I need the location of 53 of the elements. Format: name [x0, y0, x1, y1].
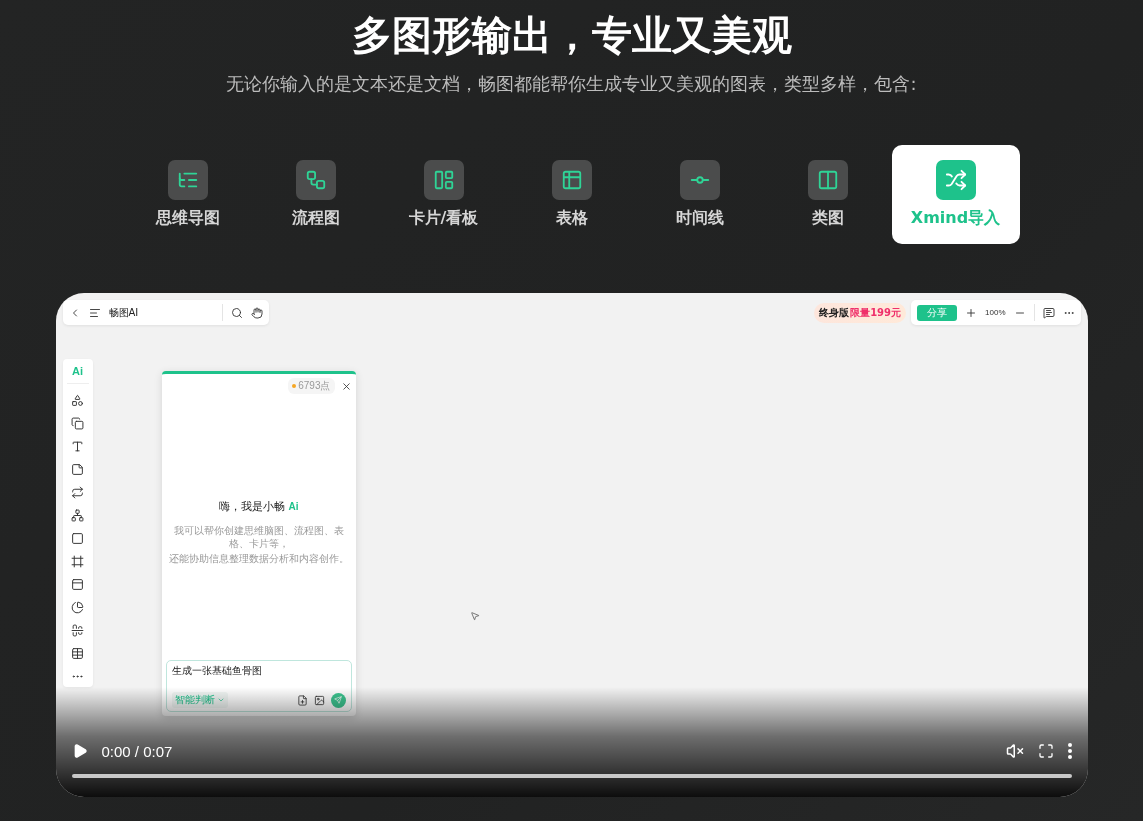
- time-display: 0:00 / 0:07: [101, 742, 173, 760]
- diagram-type-tab[interactable]: 类图: [763, 145, 892, 244]
- chart-icon[interactable]: [71, 601, 84, 614]
- diagram-type-tab[interactable]: 时间线: [635, 145, 764, 244]
- description-text: 我可以帮你创建思维脑图、流程图、表格、卡片等，: [172, 524, 345, 550]
- muted-icon: [1005, 742, 1024, 760]
- frame-icon[interactable]: [71, 532, 84, 545]
- promo-label: 终身版: [819, 305, 850, 320]
- zoom-in-icon[interactable]: [965, 306, 978, 319]
- send-button[interactable]: [330, 692, 346, 708]
- muted-button[interactable]: [1005, 742, 1024, 760]
- points-badge: 6793点: [288, 378, 335, 394]
- send-icon: [334, 696, 342, 704]
- hand-icon[interactable]: [250, 306, 263, 319]
- shapes-icon[interactable]: [71, 394, 84, 407]
- image-icon[interactable]: [313, 694, 325, 706]
- more-button[interactable]: [1067, 743, 1072, 759]
- comment-icon[interactable]: [1042, 306, 1055, 319]
- table-icon: [560, 169, 583, 191]
- close-icon[interactable]: [340, 380, 352, 392]
- diagram-type-tab[interactable]: 思维导图: [123, 145, 252, 244]
- mind-map-icon[interactable]: [71, 509, 84, 522]
- class-diagram-icon: [816, 169, 839, 191]
- text-icon[interactable]: [71, 440, 84, 453]
- menu-icon[interactable]: [88, 306, 101, 319]
- connector-icon[interactable]: [71, 486, 84, 499]
- file-icon[interactable]: [296, 694, 308, 706]
- table-icon[interactable]: [71, 647, 84, 660]
- chevron-down-icon: [216, 696, 225, 704]
- ai-mark: Ai: [288, 501, 299, 512]
- page-subtitle: 无论你输入的是文本还是文档，畅图都能帮你生成专业又美观的图表，类型多样，包含:: [226, 72, 917, 96]
- diagram-type-tab[interactable]: 卡片/看板: [379, 145, 508, 244]
- promo-price: 限量199元: [850, 305, 902, 320]
- document-title: 畅图AI: [108, 305, 140, 320]
- promo-badge[interactable]: 终身版限量199元: [814, 302, 907, 323]
- align-icon[interactable]: [71, 624, 84, 637]
- flowchart-icon: [304, 169, 327, 191]
- page-title: 多图形输出，专业又美观: [351, 11, 792, 60]
- fullscreen-button[interactable]: [1037, 743, 1054, 759]
- cursor-icon: [469, 611, 480, 621]
- progress-track[interactable]: [71, 774, 1072, 778]
- sticky-note-icon[interactable]: [71, 463, 84, 476]
- description-text: 还能协助信息整理数据分析和内容创作。: [167, 552, 350, 565]
- diagram-type-tab[interactable]: 流程图: [251, 145, 380, 244]
- search-icon[interactable]: [230, 306, 243, 319]
- greeting: 嗨，我是小畅: [218, 499, 285, 514]
- more-vertical-icon: [1067, 743, 1072, 759]
- prompt-field[interactable]: 生成一张基础鱼骨图 智能判断: [165, 660, 352, 712]
- fullscreen-icon: [1037, 743, 1054, 759]
- board-icon: [432, 169, 455, 191]
- zoom-level: 100%: [985, 308, 1006, 317]
- template-icon[interactable]: [71, 578, 84, 591]
- diagram-type-tab[interactable]: 表格: [507, 145, 636, 244]
